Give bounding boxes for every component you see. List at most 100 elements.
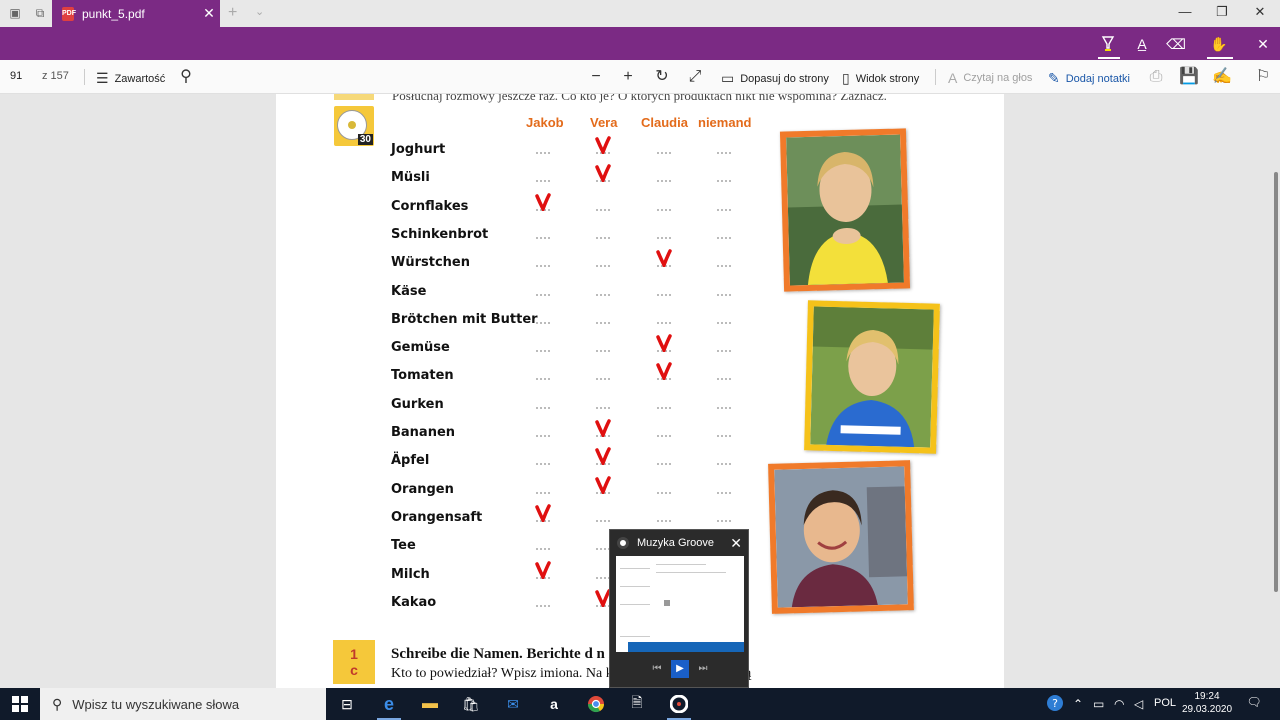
answer-blank <box>657 491 671 494</box>
answer-blank <box>717 265 731 268</box>
contents-label: Zawartość <box>114 72 166 85</box>
answer-blank <box>657 321 671 324</box>
file-explorer-icon[interactable]: ▬ <box>414 692 446 716</box>
chevron-up-icon[interactable]: ⌃ <box>1073 697 1083 711</box>
list-icon: ☰ <box>96 70 109 86</box>
search-icon[interactable]: ⚲ <box>176 67 196 87</box>
exercise-number: 1 <box>350 646 358 662</box>
print-icon[interactable]: ⎙ <box>1146 67 1166 87</box>
touch-writing-icon[interactable]: ✋ <box>1209 35 1229 53</box>
previous-track-icon[interactable]: ⏮ <box>648 660 666 678</box>
fullscreen-icon[interactable]: ⤢ <box>685 67 705 87</box>
help-icon[interactable]: ? <box>1046 694 1064 715</box>
groove-taskbar-preview[interactable]: Muzyka Groove ✕ ⏮ ▶ ⏭ <box>609 529 749 688</box>
answer-blank <box>536 350 550 353</box>
clock-date: 29.03.2020 <box>1181 704 1233 715</box>
next-track-icon[interactable]: ⏭ <box>694 660 712 678</box>
volume-icon[interactable]: ◁ <box>1134 697 1143 711</box>
page-view-button[interactable]: ▯ Widok strony <box>842 70 919 87</box>
chevron-down-icon[interactable]: ⌄ <box>255 5 264 18</box>
fit-page-button[interactable]: ▭ Dopasuj do strony <box>721 70 829 87</box>
save-icon[interactable]: 💾 <box>1179 67 1199 87</box>
notepad-icon[interactable]: 🗎 <box>621 692 653 716</box>
add-notes-button[interactable]: ✎ Dodaj notatki <box>1048 70 1130 87</box>
answer-blank <box>596 378 610 381</box>
pin-icon[interactable]: ⚐ <box>1253 67 1273 87</box>
rotate-icon[interactable]: ↻ <box>652 67 672 87</box>
food-label: Orangen <box>391 481 454 497</box>
groove-music-taskbar-icon[interactable] <box>663 692 695 720</box>
answer-blank <box>717 152 731 154</box>
column-header: niemand <box>698 115 752 130</box>
mail-icon[interactable]: ✉ <box>497 692 529 716</box>
tab-pdf[interactable]: PDF punkt_5.pdf ✕ <box>52 0 220 27</box>
highlighter-icon[interactable] <box>1098 35 1118 53</box>
food-label: Müsli <box>391 170 430 186</box>
play-icon[interactable]: ▶ <box>671 660 689 678</box>
food-label: Joghurt <box>391 142 446 157</box>
battery-icon[interactable]: ▭ <box>1093 697 1104 711</box>
restore-button[interactable]: ❐ <box>1207 4 1237 20</box>
groove-media-controls: ⏮ ▶ ⏭ <box>610 658 748 680</box>
task-view-icon[interactable]: ⊟ <box>331 692 363 716</box>
cd-track-number: 30 <box>357 134 373 145</box>
tab-preview-icon[interactable]: ▣ <box>8 6 22 20</box>
answer-blank <box>536 321 550 324</box>
answer-blank <box>536 491 550 494</box>
answer-blank <box>536 265 550 268</box>
edge-icon[interactable]: e <box>373 692 405 720</box>
groove-window-thumbnail[interactable] <box>616 556 744 652</box>
answer-blank <box>717 378 731 381</box>
answer-blank <box>536 152 550 154</box>
answer-blank <box>717 180 731 183</box>
search-icon: ⚲ <box>52 695 63 712</box>
clock-time: 19:24 <box>1194 691 1220 702</box>
save-as-icon[interactable]: ✍ <box>1212 67 1232 87</box>
close-ink-icon[interactable]: ✕ <box>1253 35 1273 53</box>
answer-blank <box>596 265 610 268</box>
food-label: Kakao <box>391 594 437 610</box>
amazon-icon[interactable]: a <box>538 692 570 716</box>
zoom-out-icon[interactable]: − <box>586 67 606 87</box>
taskbar-search[interactable]: ⚲ Wpisz tu wyszukiwane słowa <box>40 688 326 720</box>
store-icon[interactable]: 🛍 <box>455 692 487 716</box>
answer-blank <box>657 406 671 409</box>
photo-girl-sports <box>804 300 940 454</box>
answer-blank <box>717 321 731 324</box>
tab-close-button[interactable]: ✕ <box>198 5 220 22</box>
start-button[interactable] <box>0 688 40 720</box>
groove-preview-header: Muzyka Groove <box>610 530 748 556</box>
food-label: Gemüse <box>391 340 450 356</box>
answer-blank <box>717 350 731 353</box>
food-label: Orangensaft <box>391 509 483 525</box>
translate-icon[interactable]: A̲ <box>1132 35 1152 53</box>
windows-icon <box>12 696 28 712</box>
answer-blank <box>657 463 671 466</box>
answer-blank <box>596 350 610 353</box>
pen-icon: ✎ <box>1048 70 1060 86</box>
notification-center-icon[interactable]: 🗨 <box>1244 695 1264 713</box>
fit-page-icon: ▭ <box>721 70 735 86</box>
food-label: Cornflakes <box>391 198 469 214</box>
clock[interactable]: 19:24 29.03.2020 <box>1176 690 1238 716</box>
chrome-icon[interactable] <box>580 692 612 716</box>
touch-underline <box>1207 57 1233 59</box>
instruction-text: Posłuchaj rozmowy jeszcze raz. Co kto je… <box>392 94 887 103</box>
language-indicator[interactable]: POL <box>1154 697 1176 709</box>
page-number-input[interactable]: 91 <box>10 70 22 82</box>
answer-blank <box>657 180 671 183</box>
set-aside-tabs-icon[interactable]: ⧉ <box>33 6 47 20</box>
zoom-in-icon[interactable]: + <box>618 67 638 87</box>
eraser-icon[interactable]: ⌫ <box>1166 35 1186 53</box>
taskbar: ⚲ Wpisz tu wyszukiwane słowa ⊟ e ▬ 🛍 ✉ a… <box>0 688 1280 720</box>
tab-title: punkt_5.pdf <box>82 6 145 21</box>
groove-close-button[interactable]: ✕ <box>730 535 742 552</box>
new-tab-icon[interactable]: + <box>228 4 237 22</box>
wifi-icon[interactable]: ◠ <box>1114 697 1124 711</box>
vertical-scrollbar[interactable] <box>1274 172 1278 592</box>
read-aloud-button[interactable]: A Czytaj na głos <box>948 70 1032 86</box>
contents-button[interactable]: ☰ Zawartość <box>96 70 165 87</box>
answer-blank <box>596 406 610 409</box>
minimize-button[interactable]: — <box>1170 4 1200 19</box>
window-close-button[interactable]: ✕ <box>1245 4 1275 20</box>
